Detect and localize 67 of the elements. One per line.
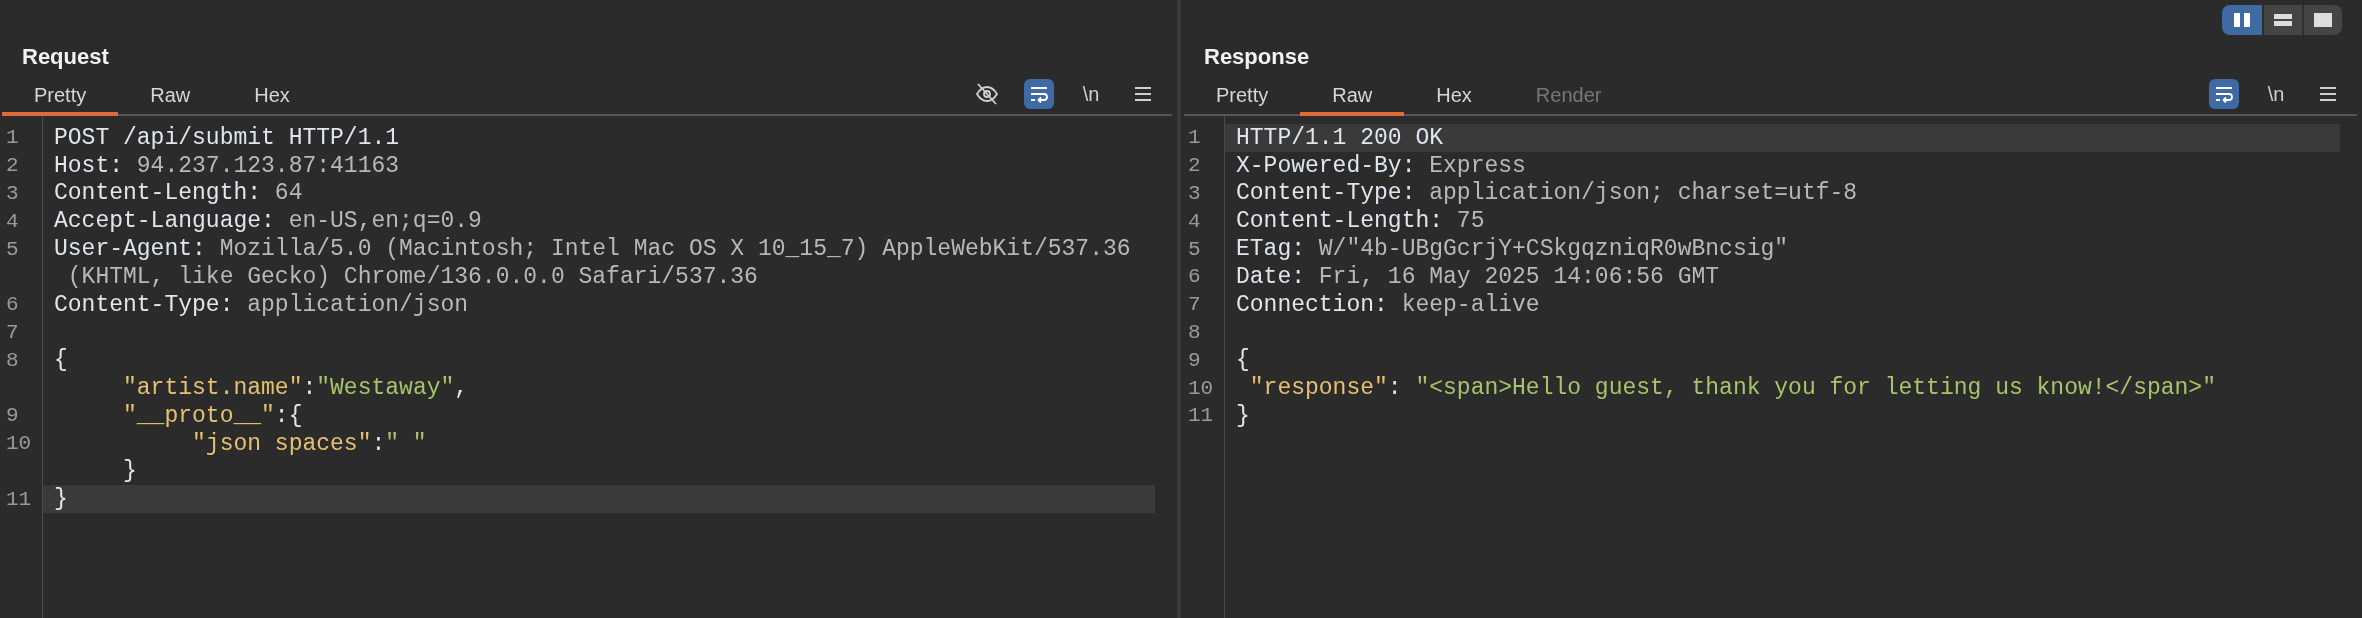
layout-button[interactable] xyxy=(2222,5,2262,35)
line-number: 7 xyxy=(1187,293,1202,317)
layout-button[interactable] xyxy=(2302,5,2342,35)
code-line: } xyxy=(122,458,137,485)
line-number: 9 xyxy=(5,404,20,428)
line-number: 6 xyxy=(1187,265,1202,289)
eye-slash-icon xyxy=(975,83,999,105)
word-wrap-button[interactable] xyxy=(1024,79,1054,109)
line-number: 1 xyxy=(5,126,20,150)
line-number: 4 xyxy=(5,209,20,233)
newline-toggle[interactable]: \n xyxy=(2261,79,2291,109)
split-columns-icon xyxy=(2233,12,2251,28)
line-number: 8 xyxy=(1187,320,1202,344)
view-tab[interactable]: Hex xyxy=(222,78,322,116)
menu-icon xyxy=(2319,86,2337,102)
code-line: "__proto__":{ xyxy=(122,402,303,429)
code-line: } xyxy=(1236,402,1250,429)
line-number: 3 xyxy=(5,182,20,205)
code-line: Content-Type: application/json xyxy=(54,291,469,318)
code-line: { xyxy=(54,347,68,374)
menu-icon xyxy=(1134,86,1152,102)
code-line: Content-Type: application/json; charset=utf-8 xyxy=(1236,180,1858,207)
code-line: Content-Length: 75 xyxy=(1236,208,1485,235)
line-number: 4 xyxy=(1187,209,1202,233)
code-line: Content-Length: 64 xyxy=(54,180,303,207)
line-number: 9 xyxy=(1187,348,1202,372)
code-line: ETag: W/"4b-UBgGcrjY+CSkgqzniqR0wBncsig" xyxy=(1236,236,1789,263)
code-line: (KHTML, like Gecko) Chrome/136.0.0.0 Safari/537.36 xyxy=(66,263,758,290)
line-number: 1 xyxy=(1187,126,1202,150)
line-number: 10 xyxy=(5,432,33,456)
code-line: "response": "<span>Hello guest, thank you for letting us know!</span>" xyxy=(1248,375,2216,402)
line-number: 6 xyxy=(5,293,20,317)
single-pane-icon xyxy=(2313,12,2333,28)
view-tab[interactable]: Pretty xyxy=(2,78,119,116)
wrap-icon xyxy=(2214,85,2234,103)
wrap-icon xyxy=(1029,85,1049,103)
view-tab[interactable]: Pretty xyxy=(1184,78,1301,116)
code-line: Date: Fri, 16 May 2025 14:06:56 GMT xyxy=(1236,263,1720,290)
line-number: 2 xyxy=(1187,154,1202,178)
code-line: { xyxy=(1236,347,1250,374)
word-wrap-button[interactable] xyxy=(2209,79,2239,109)
code-line: Connection: keep-alive xyxy=(1236,291,1540,318)
line-number: 11 xyxy=(5,487,33,511)
split-rows-icon xyxy=(2273,13,2293,27)
code-line: } xyxy=(54,486,68,513)
line-number: 11 xyxy=(1187,404,1215,428)
view-tab[interactable]: Raw xyxy=(118,78,223,116)
line-number: 7 xyxy=(5,320,20,344)
code-line: Accept-Language: en-US,en;q=0.9 xyxy=(54,208,482,235)
code-line: User-Agent: Mozilla/5.0 (Macintosh; Intel Mac OS X 10_15_7) AppleWebKit/537.36 xyxy=(54,236,1131,263)
code-line: Host: 94.237.123.87:41163 xyxy=(54,152,400,179)
line-number: 5 xyxy=(5,237,20,261)
code-line: HTTP/1.1 200 OK xyxy=(1236,124,1444,151)
code-line: X-Powered-By: Express xyxy=(1236,152,1526,179)
code-line: "artist.name":"Westaway", xyxy=(122,375,469,402)
view-tab[interactable]: Hex xyxy=(1404,78,1504,116)
view-tab[interactable]: Raw xyxy=(1300,78,1405,116)
code-line: "json spaces":" " xyxy=(191,430,427,457)
line-number: 3 xyxy=(1187,182,1202,205)
newline-toggle[interactable]: \n xyxy=(1076,79,1106,109)
panel-title: Request xyxy=(21,43,110,71)
panel-title: Response xyxy=(1203,43,1311,71)
line-number: 5 xyxy=(1187,237,1202,261)
code-line: POST /api/submit HTTP/1.1 xyxy=(54,124,400,151)
line-number: 2 xyxy=(5,154,20,178)
line-number: 8 xyxy=(5,348,20,372)
line-number: 10 xyxy=(1187,376,1215,400)
